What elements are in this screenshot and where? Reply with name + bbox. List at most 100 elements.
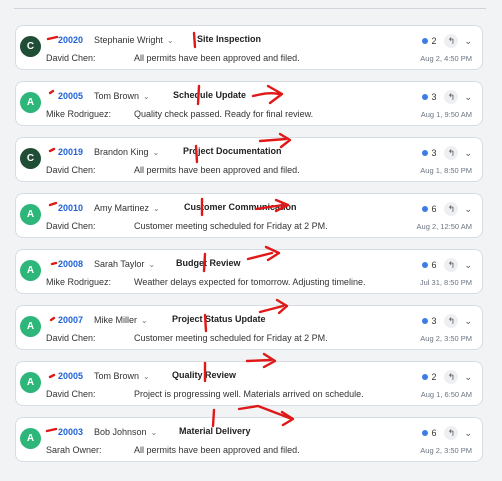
- reply-button[interactable]: ↰: [444, 90, 459, 104]
- unread-dot-icon: [422, 206, 429, 212]
- ticket-number[interactable]: 20008: [58, 259, 94, 269]
- reply-button[interactable]: ↰: [444, 258, 459, 272]
- conversation-card[interactable]: A 20005 Tom Brown ⌄ Quality Review David C…: [15, 361, 483, 406]
- avatar: A: [20, 204, 41, 225]
- expand-icon[interactable]: ⌄: [464, 148, 472, 159]
- chevron-down-icon[interactable]: ⌄: [153, 148, 160, 157]
- timestamp: Aug 2, 4:50 PM: [420, 54, 472, 63]
- conversation-card[interactable]: A 20010 Amy Martinez ⌄ Customer Communicat…: [15, 193, 483, 238]
- message-count: 2: [431, 36, 437, 46]
- sender-name: Mike Rodriguez:: [46, 109, 112, 119]
- message-preview: Weather delays expected for tomorrow. Ad…: [134, 277, 366, 287]
- message-preview: Quality check passed. Ready for final re…: [134, 109, 314, 119]
- assignee-name[interactable]: Sarah Taylor: [94, 259, 144, 269]
- chevron-down-icon[interactable]: ⌄: [141, 316, 148, 325]
- chevron-down-icon[interactable]: ⌄: [167, 36, 174, 45]
- expand-icon[interactable]: ⌄: [464, 428, 472, 439]
- ticket-number[interactable]: 20020: [58, 35, 94, 45]
- message-preview: All permits have been approved and filed…: [134, 165, 300, 175]
- assignee-name[interactable]: Brandon King: [94, 147, 149, 157]
- conversation-card[interactable]: A 20008 Sarah Taylor ⌄ Budget Review Mike …: [15, 249, 483, 294]
- timestamp: Aug 1, 8:50 PM: [420, 166, 472, 175]
- ticket-number[interactable]: 20005: [58, 91, 94, 101]
- subject: Quality Review: [172, 370, 237, 380]
- message-preview: Customer meeting scheduled for Friday at…: [134, 333, 328, 343]
- ticket-number[interactable]: 20019: [58, 147, 94, 157]
- assignee-name[interactable]: Stephanie Wright: [94, 35, 163, 45]
- expand-icon[interactable]: ⌄: [464, 92, 472, 103]
- message-count: 6: [431, 428, 437, 438]
- subject: Budget Review: [176, 258, 241, 268]
- timestamp: Aug 1, 9:50 AM: [420, 110, 472, 119]
- expand-icon[interactable]: ⌄: [464, 36, 472, 47]
- conversation-card[interactable]: C 20019 Brandon King ⌄ Project Documentati…: [15, 137, 483, 182]
- message-preview: All permits have been approved and filed…: [134, 53, 300, 63]
- chevron-down-icon[interactable]: ⌄: [143, 372, 150, 381]
- unread-dot-icon: [422, 430, 429, 436]
- reply-button[interactable]: ↰: [444, 146, 459, 160]
- assignee-name[interactable]: Amy Martinez: [94, 203, 149, 213]
- ticket-number[interactable]: 20005: [58, 371, 94, 381]
- conversation-card[interactable]: A 20005 Tom Brown ⌄ Schedule Update Mike R…: [15, 81, 483, 126]
- unread-dot-icon: [422, 38, 429, 44]
- message-preview: Project is progressing well. Materials a…: [134, 389, 364, 399]
- sender-name: David Chen:: [46, 221, 96, 231]
- conversation-card[interactable]: A 20007 Mike Miller ⌄ Project Status Updat…: [15, 305, 483, 350]
- assignee-name[interactable]: Tom Brown: [94, 371, 139, 381]
- chevron-down-icon[interactable]: ⌄: [143, 92, 150, 101]
- conversation-card[interactable]: C 20020 Stephanie Wright ⌄ Site Inspection…: [15, 25, 483, 70]
- avatar: C: [20, 148, 41, 169]
- sender-name: David Chen:: [46, 333, 96, 343]
- unread-dot-icon: [422, 94, 429, 100]
- assignee-name[interactable]: Mike Miller: [94, 315, 137, 325]
- message-preview: All permits have been approved and filed…: [134, 445, 300, 455]
- avatar: A: [20, 316, 41, 337]
- reply-button[interactable]: ↰: [444, 314, 459, 328]
- message-count: 3: [431, 92, 437, 102]
- timestamp: Aug 2, 12:50 AM: [416, 222, 472, 231]
- subject: Schedule Update: [173, 90, 247, 100]
- unread-dot-icon: [422, 318, 429, 324]
- message-count: 6: [431, 204, 437, 214]
- chevron-down-icon[interactable]: ⌄: [153, 204, 160, 213]
- unread-dot-icon: [422, 374, 429, 380]
- subject: Customer Communication: [184, 202, 297, 212]
- reply-button[interactable]: ↰: [444, 202, 459, 216]
- conversation-list: C 20020 Stephanie Wright ⌄ Site Inspection…: [15, 25, 483, 473]
- subject: Material Delivery: [179, 426, 251, 436]
- sender-name: Sarah Owner:: [46, 445, 102, 455]
- message-count: 2: [431, 372, 437, 382]
- avatar: A: [20, 260, 41, 281]
- expand-icon[interactable]: ⌄: [464, 260, 472, 271]
- sender-name: Mike Rodriguez:: [46, 277, 112, 287]
- subject: Project Documentation: [183, 146, 282, 156]
- ticket-number[interactable]: 20007: [58, 315, 94, 325]
- chevron-down-icon[interactable]: ⌄: [148, 260, 155, 269]
- reply-button[interactable]: ↰: [444, 34, 459, 48]
- avatar: C: [20, 36, 41, 57]
- avatar: A: [20, 428, 41, 449]
- ticket-number[interactable]: 20010: [58, 203, 94, 213]
- unread-dot-icon: [422, 262, 429, 268]
- ticket-number[interactable]: 20003: [58, 427, 94, 437]
- top-divider: [14, 8, 486, 9]
- reply-button[interactable]: ↰: [444, 426, 459, 440]
- assignee-name[interactable]: Tom Brown: [94, 91, 139, 101]
- timestamp: Aug 2, 3:50 PM: [420, 446, 472, 455]
- expand-icon[interactable]: ⌄: [464, 372, 472, 383]
- sender-name: David Chen:: [46, 53, 96, 63]
- timestamp: Aug 1, 6:50 AM: [420, 390, 472, 399]
- chevron-down-icon[interactable]: ⌄: [151, 428, 158, 437]
- sender-name: David Chen:: [46, 389, 96, 399]
- expand-icon[interactable]: ⌄: [464, 204, 472, 215]
- assignee-name[interactable]: Bob Johnson: [94, 427, 147, 437]
- subject: Project Status Update: [172, 314, 266, 324]
- conversation-card[interactable]: A 20003 Bob Johnson ⌄ Material Delivery Sa…: [15, 417, 483, 462]
- subject: Site Inspection: [197, 34, 262, 44]
- message-count: 6: [431, 260, 437, 270]
- avatar: A: [20, 372, 41, 393]
- message-count: 3: [431, 316, 437, 326]
- timestamp: Aug 2, 3:50 PM: [420, 334, 472, 343]
- expand-icon[interactable]: ⌄: [464, 316, 472, 327]
- reply-button[interactable]: ↰: [444, 370, 459, 384]
